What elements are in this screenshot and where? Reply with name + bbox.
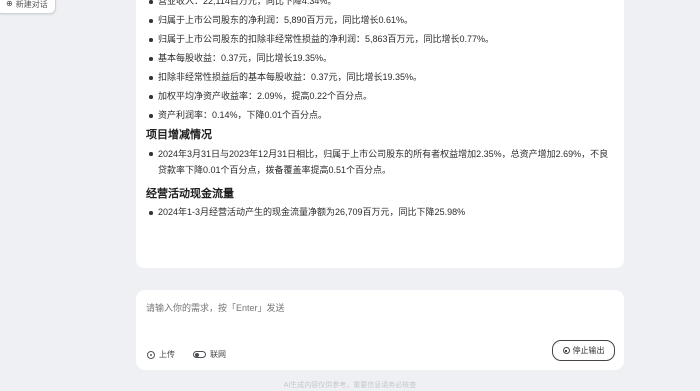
changes-list: 2024年3月31日与2023年12月31日相比，归属于上市公司股东的所有者权益… [146,146,612,178]
upload-icon [147,350,155,359]
response-card: 营业收入：22,114百万元，同比下降4.34%。 归属于上市公司股东的净利润：… [136,0,624,268]
web-search-toggle[interactable]: 联网 [193,349,226,360]
list-item: 2024年3月31日与2023年12月31日相比，归属于上市公司股东的所有者权益… [146,146,612,178]
list-item: 营业收入：22,114百万元，同比下降4.34%。 [146,0,612,9]
list-item: 资产利润率：0.14%，下降0.01个百分点。 [146,108,612,123]
composer: 上传 联网 停止输出 [136,290,624,370]
upload-button[interactable]: 上传 [147,349,175,360]
cashflow-list: 2024年1-3月经营活动产生的现金流量净额为26,709百万元，同比下降25.… [146,205,612,220]
list-item: 扣除非经常性损益后的基本每股收益：0.37元，同比增长19.35%。 [146,70,612,85]
metrics-list: 营业收入：22,114百万元，同比下降4.34%。 归属于上市公司股东的净利润：… [146,0,612,123]
prompt-input[interactable] [146,303,606,313]
list-item: 2024年1-3月经营活动产生的现金流量净额为26,709百万元，同比下降25.… [146,205,612,220]
web-label: 联网 [210,350,226,359]
stop-output-button[interactable]: 停止输出 [552,340,615,361]
section-heading: 项目增减情况 [146,129,212,141]
list-item: 归属于上市公司股东的净利润：5,890百万元，同比增长0.61%。 [146,13,612,28]
disclaimer: AI生成内容仅供参考，重要信息请务必核查 [283,382,417,389]
section-heading: 经营活动现金流量 [146,188,234,200]
upload-label: 上传 [159,350,175,359]
list-item: 归属于上市公司股东的扣除非经常性损益的净利润：5,863百万元，同比增长0.77… [146,32,612,47]
list-item: 加权平均净资产收益率：2.09%，提高0.22个百分点。 [146,89,612,104]
stop-icon [562,347,570,354]
toggle-icon [193,351,206,358]
stop-label: 停止输出 [572,346,605,355]
list-item: 基本每股收益：0.37元，同比增长19.35%。 [146,51,612,66]
